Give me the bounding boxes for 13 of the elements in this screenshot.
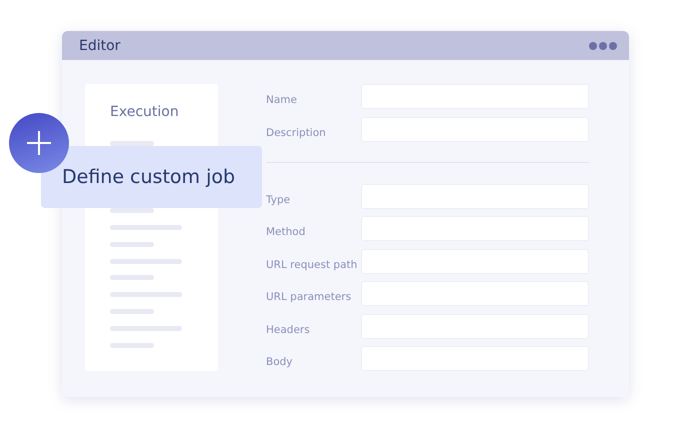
field-label: Name <box>266 94 297 106</box>
field-label: Body <box>266 356 293 368</box>
sidebar-heading: Execution <box>110 104 179 120</box>
more-icon[interactable] <box>589 42 617 50</box>
field-label: Type <box>266 194 290 206</box>
window-title: Editor <box>79 38 120 54</box>
field-label: URL request path <box>266 258 358 270</box>
plus-icon <box>27 131 51 155</box>
field-label: URL parameters <box>266 291 352 303</box>
callout-text: Define custom job <box>62 166 236 188</box>
field-label: Description <box>266 126 326 138</box>
field-label: Method <box>266 226 306 238</box>
field-label: Headers <box>266 324 310 336</box>
